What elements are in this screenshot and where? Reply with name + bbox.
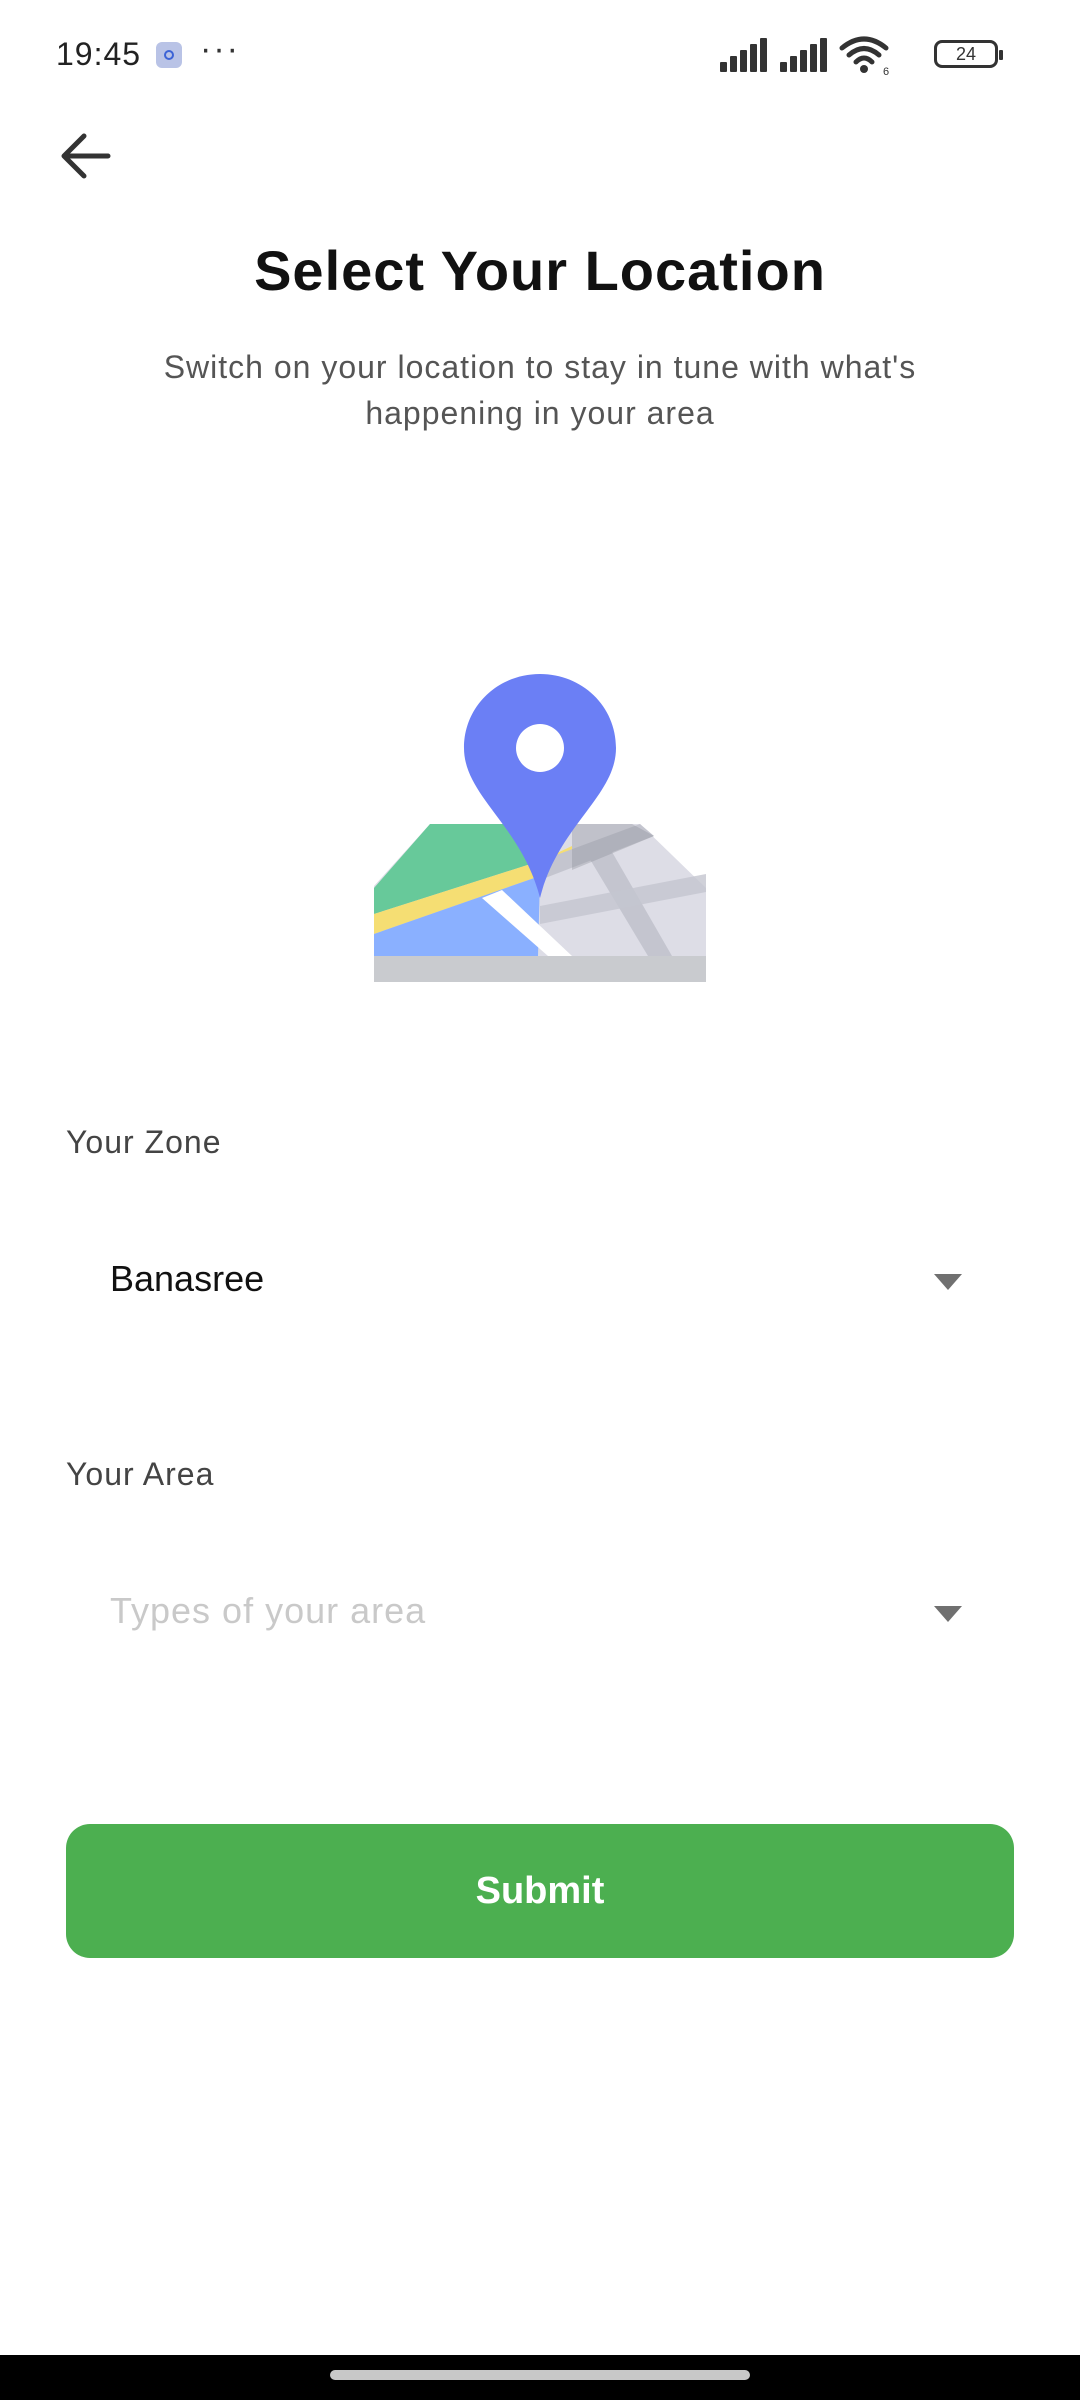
status-bar: 19:45 ··· 6 24: [0, 0, 1080, 110]
status-time: 19:45: [56, 36, 142, 72]
back-button[interactable]: [56, 126, 116, 186]
signal-icon-1: [720, 36, 768, 72]
area-label: Your Area: [66, 1456, 215, 1492]
area-dropdown[interactable]: Types of your area: [66, 1560, 1014, 1670]
home-indicator[interactable]: [330, 2370, 750, 2380]
page-subtitle: Switch on your location to stay in tune …: [163, 349, 917, 431]
zone-selected-value: Banasree: [110, 1258, 265, 1299]
arrow-left-icon: [61, 133, 111, 179]
submit-button[interactable]: Submit: [66, 1824, 1014, 1958]
caret-down-icon: [934, 1274, 962, 1290]
select-location-screen: 19:45 ··· 6 24 Select Your Location Swit…: [0, 0, 1080, 2400]
page-title: Select Your Location: [254, 239, 826, 302]
battery-level: 24: [955, 44, 977, 64]
app-notification-icon: [156, 42, 182, 68]
zone-label: Your Zone: [66, 1124, 222, 1160]
map-illustration: [372, 656, 708, 992]
signal-icon-2: [780, 36, 828, 72]
wifi-label: 6: [883, 66, 889, 76]
caret-down-icon: [934, 1606, 962, 1622]
status-icons: 6 24: [720, 36, 1050, 76]
zone-dropdown[interactable]: Banasree: [66, 1228, 1014, 1338]
more-notifications-icon: ···: [200, 30, 240, 68]
map-pin-icon: [374, 674, 706, 982]
area-placeholder: Types of your area: [110, 1590, 427, 1631]
wifi-icon: 6: [839, 36, 889, 76]
battery-icon: 24: [934, 40, 1003, 68]
